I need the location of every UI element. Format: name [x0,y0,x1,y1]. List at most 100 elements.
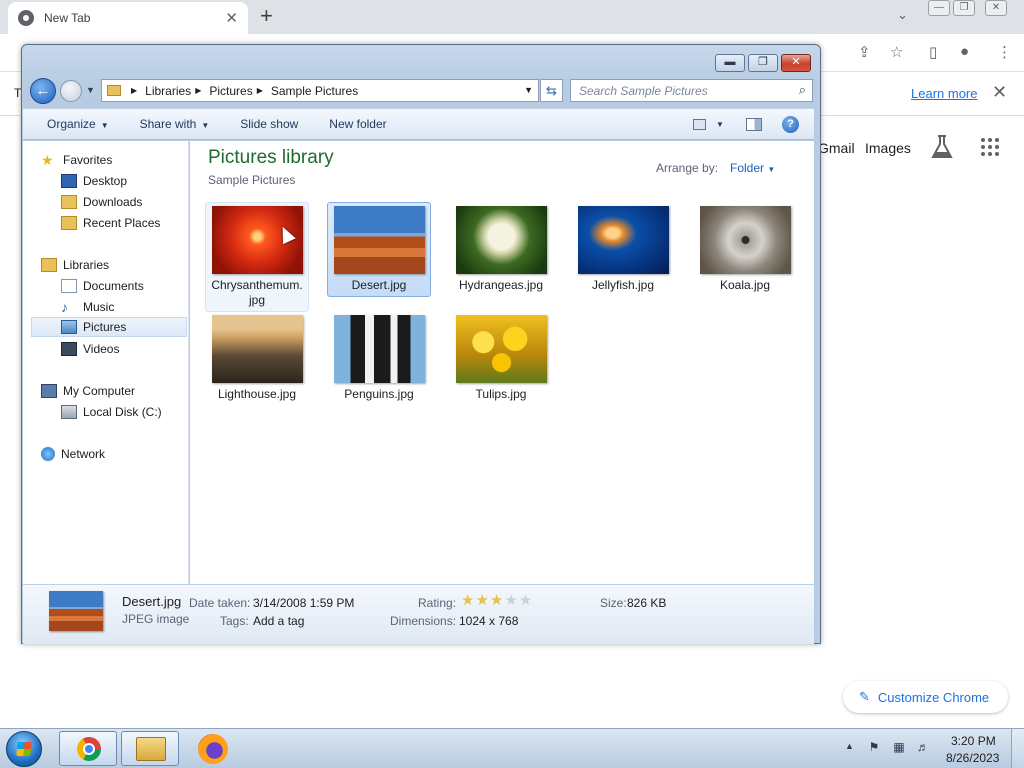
chrome-restore-button[interactable]: ❐ [953,0,975,16]
explorer-folder-icon [136,737,166,761]
file-item-hydrangeas[interactable]: Hydrangeas.jpg [449,202,553,297]
nav-favorites[interactable]: ★ Favorites [41,150,112,170]
search-icon[interactable]: ⌕ [799,82,806,98]
action-center-flag-icon[interactable]: ⚑ [866,740,882,754]
back-button[interactable]: ← [30,78,56,104]
nav-pictures[interactable]: Pictures [31,317,187,337]
change-view-icon[interactable] [693,119,706,130]
chrome-tab-new-tab[interactable]: New Tab ✕ [8,2,248,34]
rating-label: Rating: [418,596,457,610]
nav-network[interactable]: Network [41,444,105,464]
nav-recent-places[interactable]: Recent Places [61,213,160,233]
chrome-close-button[interactable]: ✕ [985,0,1007,16]
tray-overflow-icon[interactable]: ▲ [845,741,854,751]
libraries-icon [41,258,57,272]
chrome-logo-icon [77,737,101,761]
profile-icon[interactable]: ● [960,43,969,60]
file-item-tulips[interactable]: Tulips.jpg [449,311,553,406]
tab-close-icon[interactable]: ✕ [225,9,238,27]
details-file-type: JPEG image [122,612,190,626]
nav-documents[interactable]: Documents [61,276,144,296]
breadcrumb-separator-icon[interactable]: ▶ [257,86,263,95]
more-menu-icon[interactable]: ⋮ [997,43,1012,61]
address-bar[interactable]: ▶ Libraries ▶ Pictures ▶ Sample Pictures… [101,79,539,102]
file-item-desert[interactable]: Desert.jpg [327,202,431,297]
library-title: Pictures library [208,147,334,168]
file-label: Desert.jpg [351,278,407,292]
date-taken-value[interactable]: 3/14/2008 1:59 PM [253,596,354,610]
history-dropdown-icon[interactable]: ▼ [86,85,95,95]
breadcrumb-separator-icon[interactable]: ▶ [131,86,137,95]
nav-videos[interactable]: Videos [61,339,119,359]
file-item-penguins[interactable]: Penguins.jpg [327,311,431,406]
gmail-link[interactable]: Gmail [818,140,855,156]
nav-music[interactable]: ♪ Music [61,297,114,317]
nav-libraries[interactable]: Libraries [41,255,109,275]
star-filled-icon[interactable]: ★ [490,592,504,609]
file-item-jellyfish[interactable]: Jellyfish.jpg [571,202,675,297]
taskbar-explorer-button[interactable] [121,731,179,766]
file-label: Hydrangeas.jpg [458,278,544,292]
refresh-button[interactable]: ⇆ [540,79,563,102]
customize-chrome-button[interactable]: ✎ Customize Chrome [843,681,1008,713]
breadcrumb-libraries[interactable]: Libraries [145,84,191,98]
preview-pane-icon[interactable] [746,118,762,131]
forward-button[interactable] [60,80,82,102]
address-dropdown-icon[interactable]: ▼ [524,85,533,95]
explorer-maximize-button[interactable]: ❐ [748,54,778,72]
apps-grid-icon[interactable] [981,138,999,156]
share-with-button[interactable]: Share with ▼ [140,117,210,131]
dimensions-value: 1024 x 768 [459,614,519,628]
side-panel-icon[interactable]: ▯ [929,43,937,61]
documents-icon [61,279,77,293]
star-filled-icon[interactable]: ★ [461,592,475,609]
clock-time[interactable]: 3:20 PM [951,734,996,748]
tags-value[interactable]: Add a tag [253,614,304,628]
breadcrumb-separator-icon[interactable]: ▶ [195,86,201,95]
tab-search-chevron-icon[interactable]: ⌄ [897,7,908,23]
explorer-minimize-button[interactable]: ▬ [715,54,745,72]
file-label: Jellyfish.jpg [591,278,655,292]
nav-local-disk[interactable]: Local Disk (C:) [61,402,162,422]
infobar-close-icon[interactable]: ✕ [992,82,1007,103]
clock-date[interactable]: 8/26/2023 [946,751,999,765]
start-button[interactable] [6,731,42,767]
network-tray-icon[interactable]: ▦ [891,740,907,754]
firefox-icon[interactable] [198,734,228,764]
rating-stars[interactable]: ★★★★★ [461,591,533,609]
music-icon: ♪ [61,299,68,315]
labs-flask-icon[interactable] [930,134,954,160]
star-empty-icon[interactable]: ★ [519,592,533,609]
nav-my-computer[interactable]: My Computer [41,381,135,401]
show-desktop-button[interactable] [1011,729,1024,768]
new-tab-button[interactable]: + [260,5,273,27]
view-options-chevron-icon[interactable]: ▼ [716,120,724,129]
file-item-koala[interactable]: Koala.jpg [693,202,797,297]
explorer-close-button[interactable]: ✕ [781,54,811,72]
taskbar-chrome-button[interactable] [59,731,117,766]
file-item-lighthouse[interactable]: Lighthouse.jpg [205,311,309,406]
breadcrumb-pictures[interactable]: Pictures [209,84,252,98]
file-item-chrysanthemum[interactable]: Chrysanthemum. jpg [205,202,309,312]
new-folder-button[interactable]: New folder [329,117,386,131]
breadcrumb-sample-pictures[interactable]: Sample Pictures [271,84,358,98]
bookmark-star-icon[interactable]: ☆ [890,43,903,61]
nav-desktop[interactable]: Desktop [61,171,127,191]
share-icon[interactable]: ⇪ [858,43,871,61]
star-empty-icon[interactable]: ★ [504,592,518,609]
details-file-name: Desert.jpg [122,594,182,609]
search-input[interactable]: Search Sample Pictures ⌕ [570,79,813,102]
file-label: Koala.jpg [719,278,771,292]
help-icon[interactable]: ? [782,116,799,133]
tab-title: New Tab [44,11,91,25]
volume-muted-icon[interactable]: ♬ [915,740,931,754]
organize-button[interactable]: Organize ▼ [47,117,109,131]
images-link[interactable]: Images [865,140,911,156]
nav-downloads[interactable]: Downloads [61,192,142,212]
search-placeholder: Search Sample Pictures [579,84,708,98]
learn-more-link[interactable]: Learn more [911,86,977,101]
arrange-by-dropdown[interactable]: Folder ▼ [730,161,775,175]
slide-show-button[interactable]: Slide show [240,117,298,131]
chrome-minimize-button[interactable]: — [928,0,950,16]
star-filled-icon[interactable]: ★ [475,592,489,609]
